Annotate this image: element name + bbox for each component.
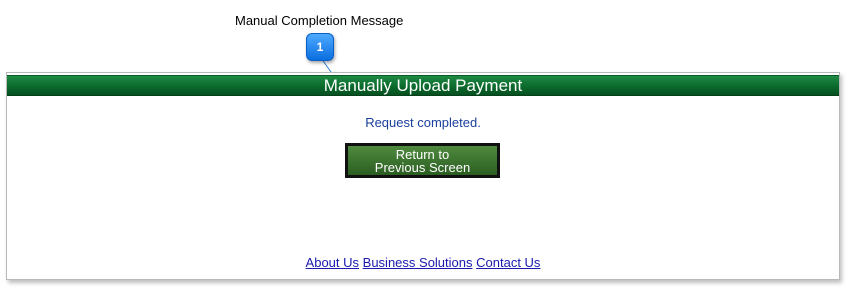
footer-links: About Us Business Solutions Contact Us — [7, 255, 839, 270]
about-us-link[interactable]: About Us — [306, 255, 359, 270]
return-to-previous-screen-button[interactable]: Return to Previous Screen — [345, 143, 500, 178]
callout-badge: 1 — [306, 33, 334, 61]
callout-title: Manual Completion Message — [235, 13, 404, 28]
panel-title: Manually Upload Payment — [7, 75, 839, 96]
contact-us-link[interactable]: Contact Us — [476, 255, 540, 270]
return-button-line2: Previous Screen — [374, 159, 471, 175]
business-solutions-link[interactable]: Business Solutions — [363, 255, 473, 270]
return-button-line1: Return to — [395, 146, 450, 162]
upload-payment-panel: Manually Upload Payment Request complete… — [6, 72, 840, 280]
status-message: Request completed. — [365, 115, 481, 130]
